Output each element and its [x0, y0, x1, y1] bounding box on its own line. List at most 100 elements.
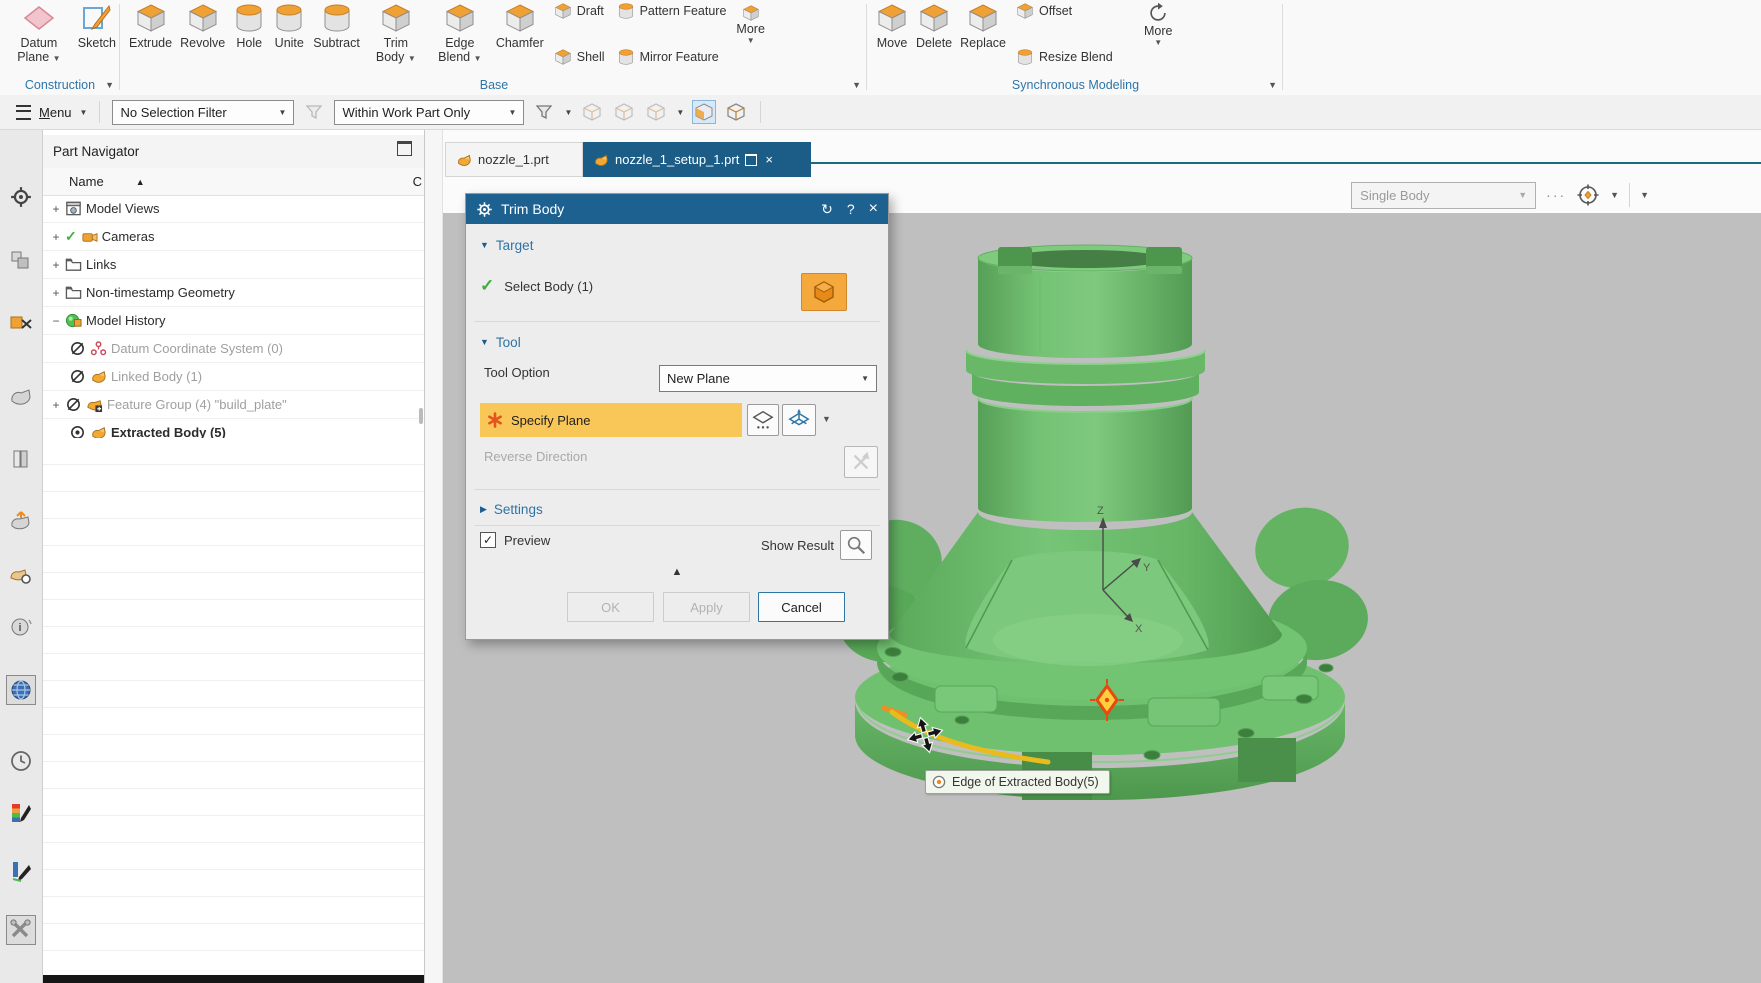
target-section-header[interactable]: ▼ Target	[466, 231, 888, 259]
view-manipulation-icon[interactable]	[8, 508, 34, 534]
tree-row-model-history[interactable]: − Model History	[43, 307, 424, 335]
dialog-collapse-arrow[interactable]: ▲	[466, 566, 888, 578]
help-icon[interactable]: ?	[847, 201, 855, 217]
tree-row-cameras[interactable]: + ✓ Cameras	[43, 223, 424, 251]
assembly-navigator-icon[interactable]	[8, 247, 34, 273]
ok-button[interactable]: OK	[567, 592, 654, 622]
color-palette-icon[interactable]	[8, 800, 34, 826]
chevron-down-icon[interactable]: ▼	[1610, 190, 1619, 200]
apply-button[interactable]: Apply	[663, 592, 750, 622]
nozzle-rings[interactable]	[966, 350, 1205, 406]
find-component-icon[interactable]	[8, 562, 34, 588]
name-column-header[interactable]: Name	[69, 174, 104, 189]
undock-tab-icon[interactable]	[745, 154, 757, 166]
expand-icon[interactable]: +	[51, 258, 61, 272]
select-body-button[interactable]	[801, 273, 847, 311]
mirror-feature-button[interactable]: Mirror Feature	[617, 48, 727, 66]
tree-column-header[interactable]: Name ▲ C	[43, 168, 424, 196]
tool-section-header[interactable]: ▼ Tool	[466, 328, 888, 356]
history-clock-icon[interactable]	[8, 748, 34, 774]
menu-button[interactable]: Menu	[39, 105, 72, 120]
datum-plane-button[interactable]: Datum Plane ▼	[4, 0, 74, 66]
show-hide-icon[interactable]	[612, 100, 636, 124]
tree-row-datum-csys[interactable]: Datum Coordinate System (0)	[43, 335, 424, 363]
trim-body-dialog[interactable]: Trim Body ↻ ? × ▼ Target ✓ Select Body (…	[465, 193, 889, 640]
chevron-down-icon[interactable]: ▼	[822, 414, 831, 424]
settings-section-header[interactable]: ▶ Settings	[466, 495, 888, 523]
sync-group-launcher[interactable]: ▼	[1268, 80, 1277, 90]
hole-button[interactable]: Hole	[229, 0, 269, 50]
comment-column-header[interactable]: C	[413, 174, 422, 189]
show-result-button[interactable]	[840, 530, 872, 560]
hidden-eye-icon[interactable]	[69, 368, 86, 385]
base-more-button[interactable]: More ▼	[736, 0, 764, 45]
plane-constructor-button[interactable]	[782, 404, 816, 436]
tree-scroll-handle[interactable]	[419, 408, 423, 424]
trim-body-button[interactable]: Trim Body ▼	[364, 0, 428, 66]
construction-group-launcher[interactable]: ▼	[105, 80, 114, 90]
tools-wrench-icon[interactable]	[6, 915, 36, 945]
draft-button[interactable]: Draft	[554, 2, 605, 20]
dialog-title-bar[interactable]: Trim Body ↻ ? ×	[466, 194, 888, 224]
display-mode-dropdown[interactable]: Single Body ▼	[1351, 182, 1536, 209]
chamfer-button[interactable]: Chamfer	[492, 0, 548, 50]
chevron-down-icon[interactable]: ▼	[1640, 190, 1649, 200]
tree-row-links[interactable]: + Links	[43, 251, 424, 279]
expand-icon[interactable]: +	[51, 202, 61, 216]
constraint-navigator-icon[interactable]	[8, 310, 34, 336]
specify-plane-row[interactable]: Specify Plane	[480, 403, 742, 437]
close-dialog-icon[interactable]: ×	[869, 200, 878, 218]
move-csys-icon[interactable]	[644, 100, 668, 124]
preview-checkbox[interactable]: ✓	[480, 532, 496, 548]
sync-more-button[interactable]: More ▼	[1144, 0, 1172, 47]
offset-button[interactable]: Offset	[1016, 2, 1134, 20]
delete-button[interactable]: Delete	[912, 0, 956, 50]
extrude-button[interactable]: Extrude	[125, 0, 176, 50]
expand-icon[interactable]: +	[51, 230, 61, 244]
csys-orient-icon[interactable]	[1576, 183, 1600, 207]
part-navigator-icon[interactable]	[8, 384, 34, 410]
web-browser-icon[interactable]	[6, 675, 36, 705]
tool-option-dropdown[interactable]: New Plane ▼	[659, 365, 877, 392]
roles-gear-icon[interactable]	[8, 184, 34, 210]
wireframe-display-icon[interactable]	[724, 100, 748, 124]
plane-dialog-button[interactable]	[747, 404, 779, 436]
shaded-display-icon[interactable]	[692, 100, 716, 124]
collapse-icon[interactable]: −	[51, 314, 61, 328]
unite-button[interactable]: Unite	[269, 0, 309, 50]
hidden-eye-icon[interactable]	[65, 396, 82, 413]
hamburger-menu-icon[interactable]	[16, 105, 31, 120]
touch-mode-icon[interactable]	[580, 100, 604, 124]
reuse-library-icon[interactable]	[8, 446, 34, 472]
base-group-launcher[interactable]: ▼	[852, 80, 861, 90]
move-button[interactable]: Move	[872, 0, 912, 50]
reset-dialog-icon[interactable]: ↻	[821, 201, 833, 218]
tree-row-model-views[interactable]: + Model Views	[43, 195, 424, 223]
shell-button[interactable]: Shell	[554, 48, 605, 66]
expand-icon[interactable]: +	[51, 398, 61, 412]
chevron-down-icon[interactable]: ▼	[564, 108, 572, 117]
tree-row-linked-body[interactable]: Linked Body (1)	[43, 363, 424, 391]
undock-panel-icon[interactable]	[397, 141, 412, 156]
edge-blend-button[interactable]: Edge Blend ▼	[428, 0, 492, 66]
overflow-dots-icon[interactable]: ···	[1546, 187, 1566, 203]
selection-filter-funnel-icon[interactable]	[302, 100, 326, 124]
expand-icon[interactable]: +	[51, 286, 61, 300]
tree-row-non-timestamp-geometry[interactable]: + Non-timestamp Geometry	[43, 279, 424, 307]
cancel-button[interactable]: Cancel	[758, 592, 845, 622]
panel-scroll-strip[interactable]	[425, 130, 443, 983]
selection-filter-dropdown[interactable]: No Selection Filter ▼	[112, 100, 294, 125]
tab-nozzle-1[interactable]: nozzle_1.prt	[445, 142, 583, 177]
replace-button[interactable]: Replace	[956, 0, 1010, 50]
sketch-button[interactable]: Sketch	[74, 0, 120, 50]
tab-nozzle-1-setup-1[interactable]: nozzle_1_setup_1.prt ×	[583, 142, 811, 177]
resize-blend-button[interactable]: Resize Blend	[1016, 48, 1134, 66]
tree-row-feature-group[interactable]: + Feature Group (4) "build_plate"	[43, 391, 424, 419]
subtract-button[interactable]: Subtract	[309, 0, 364, 50]
nozzle-cylinder[interactable]	[978, 398, 1192, 522]
measure-annotate-icon[interactable]	[8, 858, 34, 884]
pattern-feature-button[interactable]: Pattern Feature	[617, 2, 727, 20]
hidden-eye-icon[interactable]	[69, 340, 86, 357]
revolve-button[interactable]: Revolve	[176, 0, 229, 50]
information-icon[interactable]: i	[8, 614, 34, 640]
